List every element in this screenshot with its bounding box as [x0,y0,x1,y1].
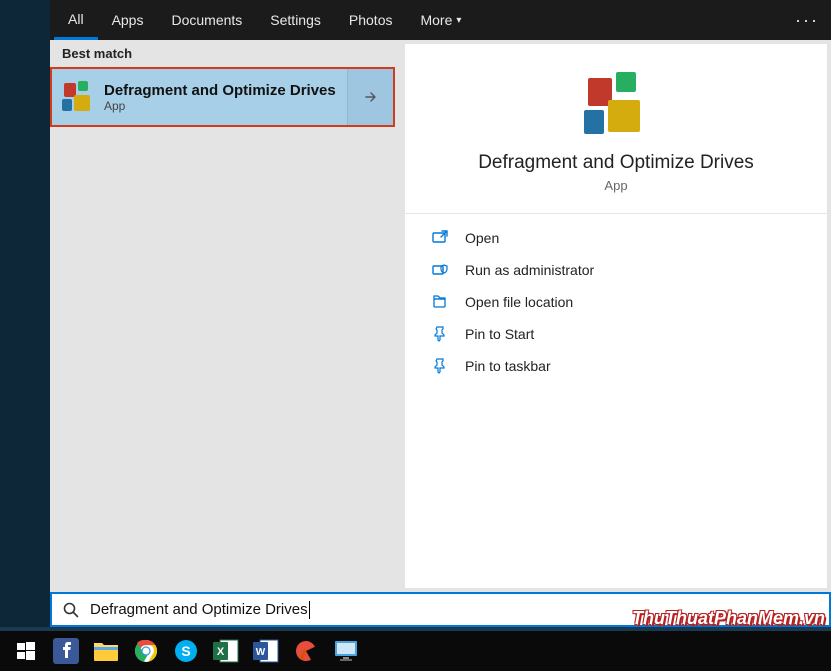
detail-hero: Defragment and Optimize Drives App [405,44,827,214]
excel-icon: X [213,639,239,663]
pin-icon [429,355,451,377]
tab-all[interactable]: All [54,0,98,40]
search-icon [62,601,80,619]
svg-text:S: S [181,643,190,659]
best-match-heading: Best match [50,40,395,67]
action-open-label: Open [465,230,499,246]
tab-documents-label: Documents [171,12,242,28]
best-match-text: Defragment and Optimize Drives App [104,82,336,113]
pin-icon [429,323,451,345]
best-match-item[interactable]: Defragment and Optimize Drives App [50,67,395,127]
taskbar-skype[interactable]: S [166,631,206,671]
folder-icon [429,291,451,313]
search-panel-body: Best match Defragment and Opt [50,40,831,592]
open-icon [429,227,451,249]
tab-apps[interactable]: Apps [98,0,158,40]
action-run-as-admin[interactable]: Run as administrator [405,254,827,286]
detail-actions: Open Run as administrator Open file loca… [405,214,827,390]
action-run-as-admin-label: Run as administrator [465,262,594,278]
tab-settings[interactable]: Settings [256,0,335,40]
detail-column: Defragment and Optimize Drives App Open [405,44,827,588]
skype-icon: S [174,639,198,663]
facebook-icon [53,638,79,664]
action-pin-to-start[interactable]: Pin to Start [405,318,827,350]
action-open-file-location-label: Open file location [465,294,573,310]
taskbar-file-explorer[interactable] [86,631,126,671]
desktop-left-strip [0,0,50,627]
action-pin-to-start-label: Pin to Start [465,326,534,342]
best-match-title: Defragment and Optimize Drives [104,82,336,99]
taskbar-app-generic[interactable] [326,631,366,671]
action-pin-to-taskbar[interactable]: Pin to taskbar [405,350,827,382]
taskbar-word[interactable]: W [246,631,286,671]
text-cursor [309,601,310,619]
watermark-text: ThuThuatPhanMem.vn [632,608,825,629]
tab-all-label: All [68,11,84,27]
shield-icon [429,259,451,281]
chrome-icon [134,639,158,663]
search-input[interactable]: Defragment and Optimize Drives [90,601,308,618]
tabs-overflow-button[interactable]: ··· [795,0,819,40]
defrag-icon [584,72,648,136]
action-open[interactable]: Open [405,222,827,254]
taskbar-chrome[interactable] [126,631,166,671]
detail-subtitle: App [604,178,627,193]
tab-more[interactable]: More ▾ [406,0,475,40]
svg-text:X: X [217,646,225,658]
windows-icon [17,642,35,660]
best-match-expand-button[interactable] [347,69,393,125]
svg-text:W: W [256,647,266,658]
best-match-subtitle: App [104,99,336,113]
arrow-right-icon [363,89,379,105]
tab-more-label: More [420,12,452,28]
tab-settings-label: Settings [270,12,321,28]
results-column: Best match Defragment and Opt [50,40,395,592]
taskbar-facebook[interactable] [46,631,86,671]
detail-title: Defragment and Optimize Drives [478,152,754,174]
taskbar-excel[interactable]: X [206,631,246,671]
action-open-file-location[interactable]: Open file location [405,286,827,318]
best-match-main[interactable]: Defragment and Optimize Drives App [52,69,347,125]
taskbar-ccleaner[interactable] [286,631,326,671]
start-button[interactable] [6,631,46,671]
word-icon: W [253,639,279,663]
defrag-icon [62,81,94,113]
monitor-icon [334,640,358,662]
ccleaner-icon [294,639,318,663]
tab-apps-label: Apps [112,12,144,28]
tab-photos-label: Photos [349,12,393,28]
chevron-down-icon: ▾ [456,15,461,26]
folder-icon [93,640,119,662]
taskbar: S X W [0,631,831,671]
start-search-panel: All Apps Documents Settings Photos More ▾… [50,0,831,592]
tab-documents[interactable]: Documents [157,0,256,40]
search-filter-tabs: All Apps Documents Settings Photos More ▾… [50,0,831,40]
tab-photos[interactable]: Photos [335,0,407,40]
action-pin-to-taskbar-label: Pin to taskbar [465,358,551,374]
